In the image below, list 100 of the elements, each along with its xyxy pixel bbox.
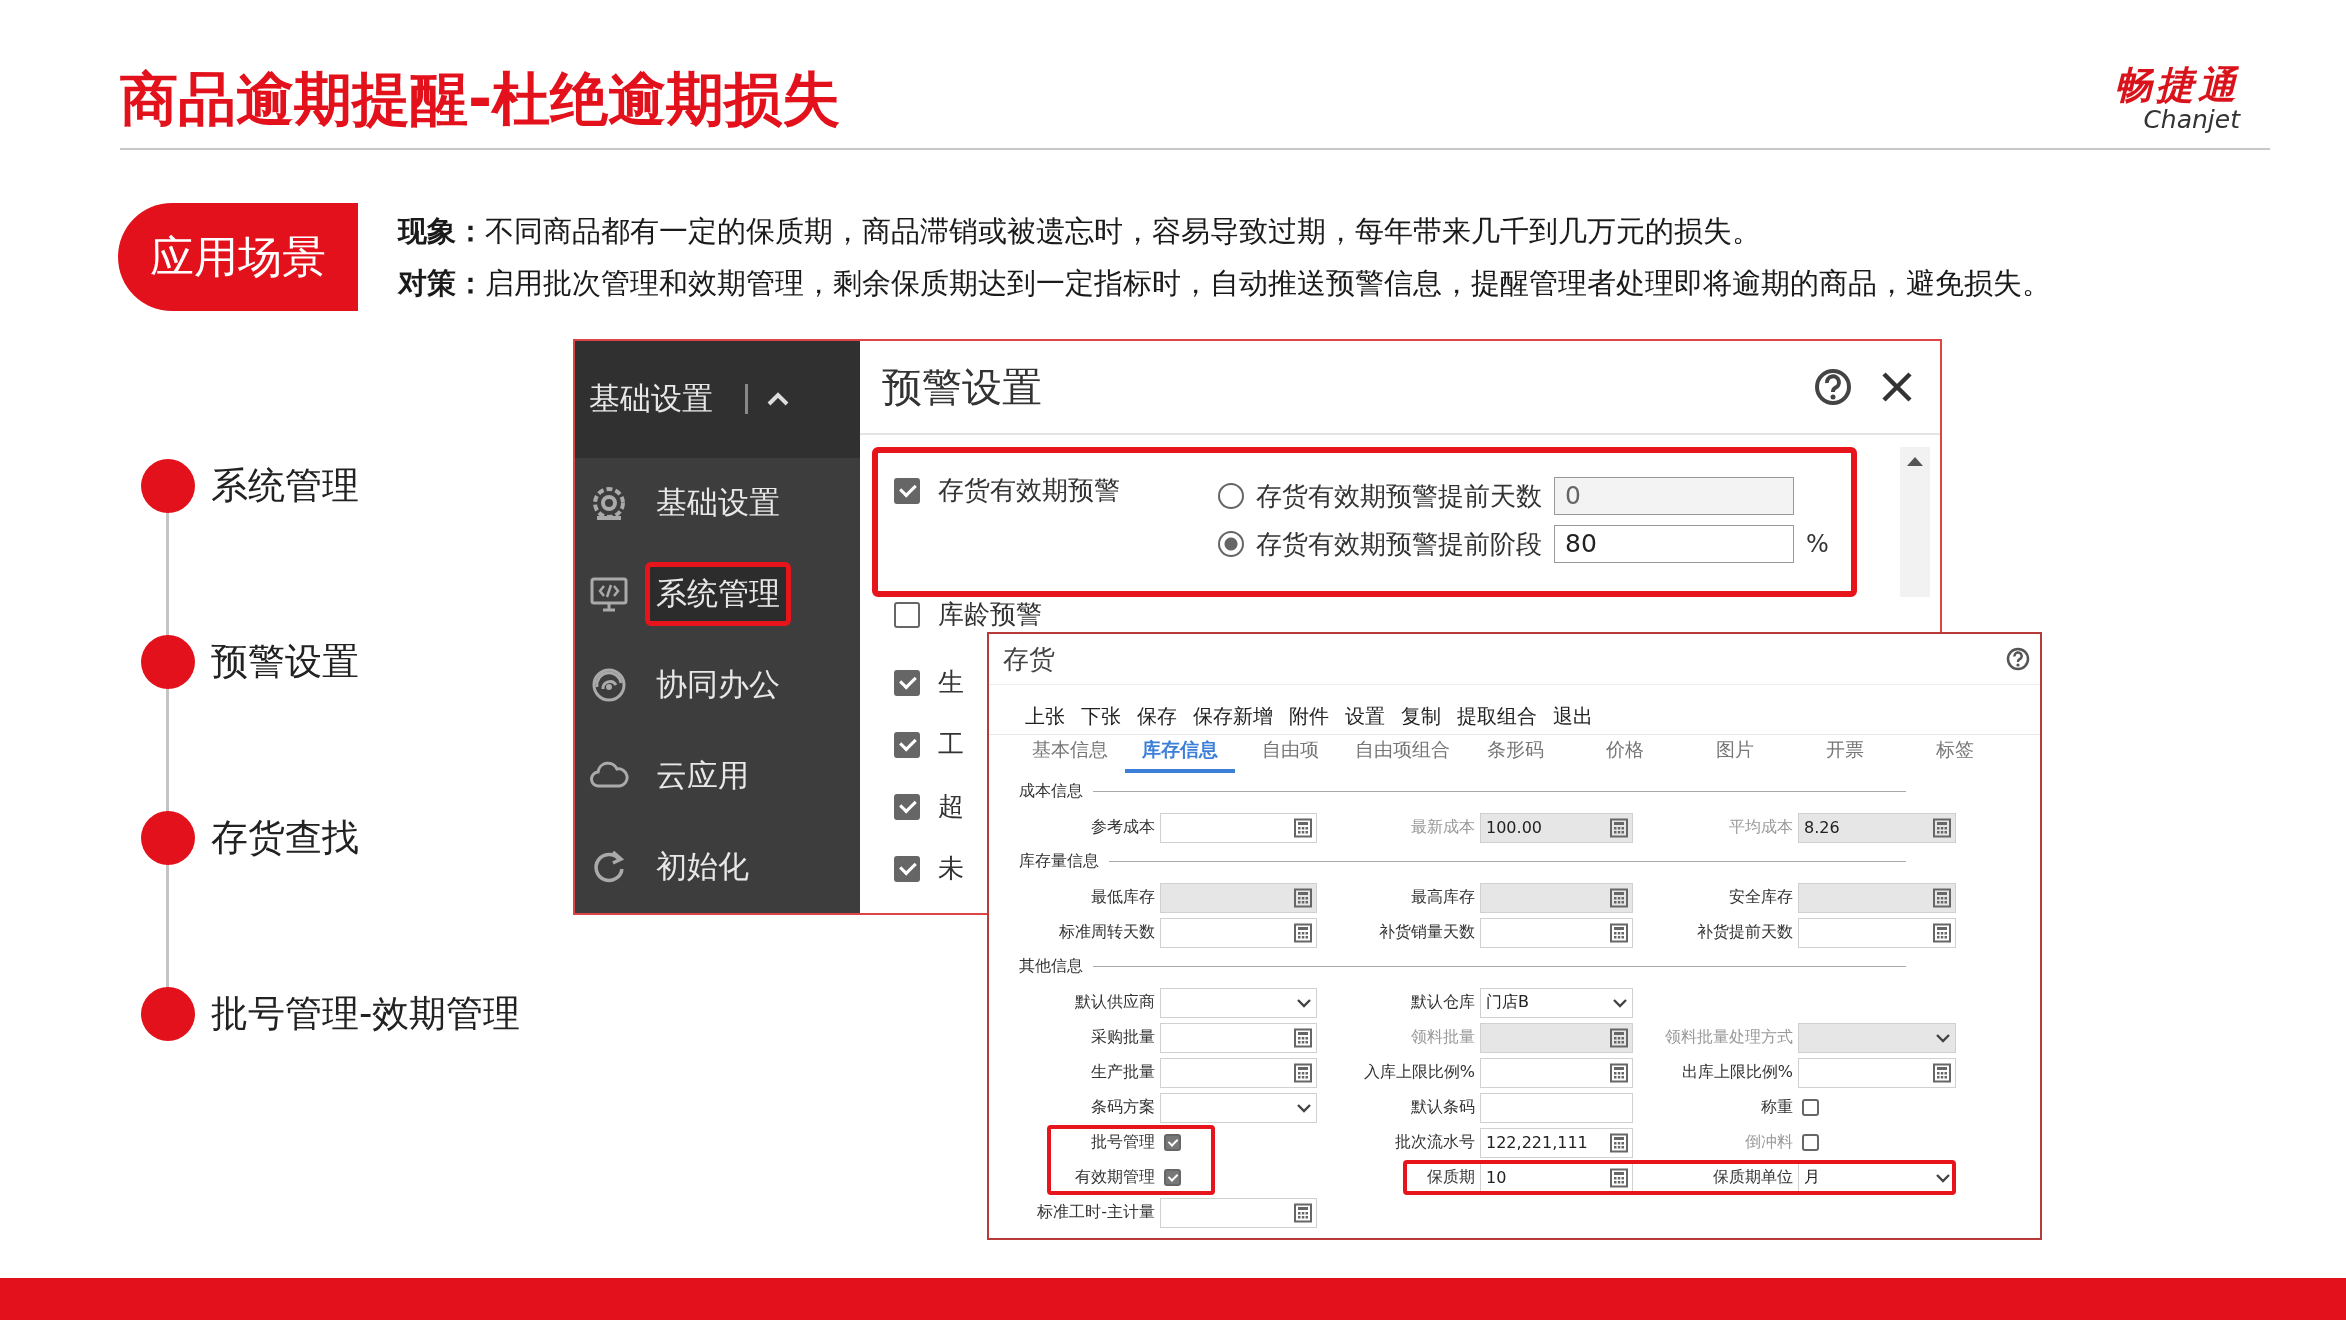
input-field[interactable]: [1160, 1057, 1317, 1088]
calculator-icon[interactable]: [1932, 887, 1952, 908]
radio-label: 存货有效期预警提前天数: [1256, 479, 1542, 513]
toolbar-button[interactable]: 保存: [1137, 703, 1177, 730]
checkbox[interactable]: [894, 855, 920, 882]
tab[interactable]: 自由项: [1235, 735, 1345, 773]
tab[interactable]: 开票: [1790, 735, 1900, 773]
tab[interactable]: 标签: [1900, 735, 2010, 773]
window-title: 预警设置: [882, 362, 1042, 412]
calculator-icon[interactable]: [1293, 887, 1313, 908]
sidebar-item[interactable]: 基础设置: [575, 457, 860, 549]
toolbar-button[interactable]: 附件: [1289, 703, 1329, 730]
checkbox[interactable]: [894, 477, 920, 504]
input-field[interactable]: [1480, 882, 1633, 913]
menu-label: 初始化: [655, 847, 750, 887]
input-field[interactable]: 0: [1554, 477, 1794, 515]
sidebar-item[interactable]: 云应用: [575, 730, 860, 822]
field-label: 最新成本: [1410, 817, 1476, 838]
calculator-icon[interactable]: [1609, 1132, 1629, 1153]
tab[interactable]: 图片: [1680, 735, 1790, 773]
toolbar-button[interactable]: 上张: [1025, 703, 1065, 730]
toolbar-button[interactable]: 提取组合: [1457, 703, 1537, 730]
scroll-up-icon[interactable]: [1906, 455, 1924, 467]
checkbox[interactable]: [1802, 1099, 1819, 1116]
tab[interactable]: 库存信息: [1125, 735, 1235, 773]
calculator-icon[interactable]: [1293, 817, 1313, 838]
input-field[interactable]: [1160, 882, 1317, 913]
field-label: 补货销量天数: [1378, 922, 1476, 943]
input-field[interactable]: 122,221,111: [1480, 1127, 1633, 1158]
step-dot: [141, 811, 195, 865]
description-text: 现象：不同商品都有一定的保质期，商品滞销或被遗忘时，容易导致过期，每年带来几千到几万元的损失。: [398, 213, 1762, 250]
checkbox[interactable]: [894, 793, 920, 820]
input-field[interactable]: 80: [1554, 525, 1794, 563]
section-title: 库存量信息: [1019, 850, 1099, 872]
dropdown-field[interactable]: [1160, 1092, 1317, 1123]
help-icon[interactable]: [2006, 647, 2030, 671]
input-field[interactable]: [1160, 1022, 1317, 1053]
help-icon[interactable]: [1814, 368, 1852, 406]
field-label: 采购批量: [1090, 1027, 1156, 1048]
dropdown-field[interactable]: 门店B: [1480, 987, 1633, 1018]
field-label: 生产批量: [1090, 1062, 1156, 1083]
toolbar-button[interactable]: 设置: [1345, 703, 1385, 730]
input-field[interactable]: 10: [1480, 1162, 1633, 1193]
checkbox[interactable]: [1164, 1134, 1181, 1151]
toolbar-button[interactable]: 下张: [1081, 703, 1121, 730]
input-field[interactable]: [1160, 917, 1317, 948]
scrollbar[interactable]: [1900, 447, 1930, 597]
checkbox[interactable]: [894, 669, 920, 696]
calculator-icon[interactable]: [1932, 1062, 1952, 1083]
checkbox[interactable]: [894, 601, 920, 628]
calculator-icon[interactable]: [1932, 922, 1952, 943]
field-label: 倒冲料: [1744, 1132, 1794, 1153]
calculator-icon[interactable]: [1609, 1167, 1629, 1188]
tab[interactable]: 条形码: [1460, 735, 1570, 773]
radio-button[interactable]: [1218, 483, 1244, 509]
checkbox[interactable]: [894, 731, 920, 758]
option-label: 生: [938, 666, 964, 699]
step-label: 系统管理: [211, 463, 359, 509]
step-label: 批号管理-效期管理: [211, 991, 521, 1037]
toolbar-button[interactable]: 复制: [1401, 703, 1441, 730]
chevron-up-icon[interactable]: [766, 391, 790, 408]
field-label: 平均成本: [1728, 817, 1794, 838]
input-field[interactable]: [1798, 882, 1956, 913]
step-dot: [141, 459, 195, 513]
field-label: 领料批量处理方式: [1664, 1027, 1794, 1048]
input-field[interactable]: [1480, 1057, 1633, 1088]
input-field[interactable]: [1798, 917, 1956, 948]
radio-button[interactable]: [1218, 531, 1244, 557]
option-label: 库龄预警: [938, 598, 1042, 631]
calculator-icon[interactable]: [1293, 1202, 1313, 1223]
dropdown-field[interactable]: [1160, 987, 1317, 1018]
field-label: 参考成本: [1090, 817, 1156, 838]
calculator-icon[interactable]: [1293, 922, 1313, 943]
toolbar-button[interactable]: 退出: [1553, 703, 1593, 730]
logo-text: 畅捷通: [2114, 64, 2240, 106]
toolbar-button[interactable]: 保存新增: [1193, 703, 1273, 730]
checkbox[interactable]: [1164, 1169, 1181, 1186]
tab[interactable]: 基本信息: [1015, 735, 1125, 773]
calculator-icon[interactable]: [1293, 1027, 1313, 1048]
logo-subtext: Chanjet: [2143, 106, 2240, 134]
input-field[interactable]: [1480, 917, 1633, 948]
calculator-icon[interactable]: [1609, 922, 1629, 943]
calculator-icon[interactable]: [1609, 887, 1629, 908]
sidebar-item[interactable]: 协同办公: [575, 639, 860, 731]
calculator-icon[interactable]: [1609, 1062, 1629, 1083]
unit-label: %: [1806, 530, 1829, 558]
input-field[interactable]: [1160, 812, 1317, 843]
sidebar-item[interactable]: 初始化: [575, 821, 860, 913]
input-field[interactable]: [1798, 1057, 1956, 1088]
input-field[interactable]: [1160, 1197, 1317, 1228]
input-field[interactable]: [1480, 1092, 1633, 1123]
tab[interactable]: 自由项组合: [1345, 735, 1460, 773]
field-label: 默认仓库: [1410, 992, 1476, 1013]
sidebar-item[interactable]: 系统管理: [575, 548, 860, 640]
calculator-icon[interactable]: [1293, 1062, 1313, 1083]
close-icon[interactable]: [1880, 370, 1914, 404]
field-label: 补货提前天数: [1696, 922, 1794, 943]
menu-label: 协同办公: [655, 665, 781, 705]
tab[interactable]: 价格: [1570, 735, 1680, 773]
field-label: 出库上限比例%: [1680, 1062, 1794, 1083]
